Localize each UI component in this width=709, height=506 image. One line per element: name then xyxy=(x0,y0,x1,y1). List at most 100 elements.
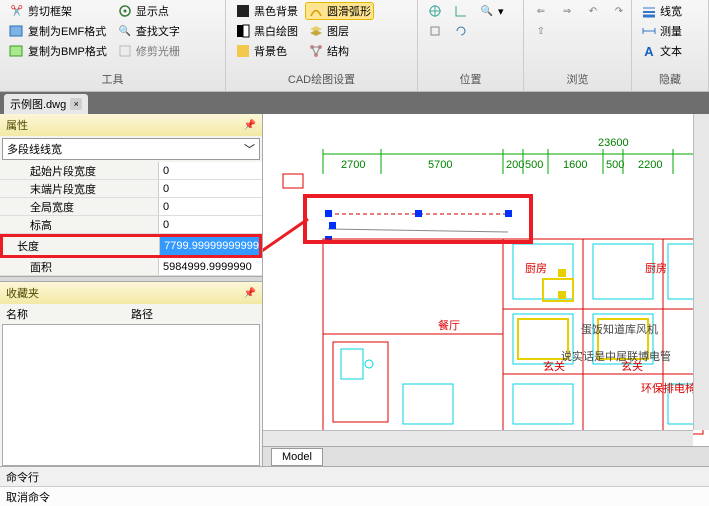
properties-panel: 属性 📌 多段线线宽 ﹀ 起始片段宽度 0 末端片段宽度 0 全局宽度 0 标高… xyxy=(0,114,263,466)
structure-icon xyxy=(308,43,324,59)
rot-icon xyxy=(453,23,469,39)
pos-btn-2[interactable] xyxy=(424,22,446,40)
ribbon-group-label: 位置 xyxy=(424,69,517,89)
main-area: 属性 📌 多段线线宽 ﹀ 起始片段宽度 0 末端片段宽度 0 全局宽度 0 标高… xyxy=(0,114,709,466)
favorites-title: 收藏夹 xyxy=(6,285,39,301)
prev-btn: ⇐ xyxy=(530,2,552,20)
prop-row: 面积 5984999.9999990 xyxy=(0,258,262,276)
prop-key: 长度 xyxy=(3,238,159,254)
copy-bmp-button[interactable]: 复制为BMP格式 xyxy=(6,42,110,60)
status-text: 取消命令 xyxy=(6,492,50,504)
prop-key: 全局宽度 xyxy=(0,199,158,215)
ribbon: ✂️剪切框架 复制为EMF格式 复制为BMP格式 显示点 🔍查找文字 修剪光栅 … xyxy=(0,0,709,92)
svg-text:环保排电椅: 环保排电椅 xyxy=(641,381,696,395)
svg-text:厨房: 厨房 xyxy=(525,262,547,275)
copy-emf-button[interactable]: 复制为EMF格式 xyxy=(6,22,110,40)
bw-icon xyxy=(235,23,251,39)
pos-btn-3[interactable] xyxy=(450,2,472,20)
target2-icon xyxy=(427,23,443,39)
svg-text:500: 500 xyxy=(525,159,543,171)
arc-icon xyxy=(308,3,324,19)
ribbon-group-cad: 黑色背景 黑白绘图 背景色 圆滑弧形 图层 结构 CAD绘图设置 xyxy=(226,0,418,91)
next-btn: ⇒ xyxy=(556,2,578,20)
prop-val[interactable]: 5984999.9999990 xyxy=(158,258,262,275)
ribbon-group-tools: ✂️剪切框架 复制为EMF格式 复制为BMP格式 显示点 🔍查找文字 修剪光栅 … xyxy=(0,0,226,91)
svg-text:200: 200 xyxy=(506,159,524,171)
prop-row: 全局宽度 0 xyxy=(0,198,262,216)
zoom-icon: 🔍 xyxy=(479,3,495,19)
ribbon-group-label: 浏览 xyxy=(530,69,625,89)
next-icon: ⇒ xyxy=(559,3,575,19)
scissors-icon: ✂️ xyxy=(9,3,25,19)
prop-val[interactable]: 0 xyxy=(158,180,262,197)
object-type-select[interactable]: 多段线线宽 ﹀ xyxy=(2,138,260,160)
prev-icon: ⇐ xyxy=(533,3,549,19)
bgcolor-button[interactable]: 背景色 xyxy=(232,42,301,60)
highlight-box-selection xyxy=(303,194,533,244)
prop-row-length: 长度 7799.99999999999 xyxy=(0,234,262,258)
scrollbar-horizontal[interactable] xyxy=(263,430,693,446)
prop-val[interactable]: 0 xyxy=(158,162,262,179)
prop-val[interactable]: 0 xyxy=(158,198,262,215)
pos-btn-1[interactable] xyxy=(424,2,446,20)
ribbon-group-position: 🔍▾ 位置 xyxy=(418,0,524,91)
find-text-button[interactable]: 🔍查找文字 xyxy=(114,22,183,40)
search-icon: 🔍 xyxy=(117,23,133,39)
favorites-header: 收藏夹 📌 xyxy=(0,282,262,304)
object-type-label: 多段线线宽 xyxy=(7,141,62,157)
ribbon-group-label: 隐藏 xyxy=(638,69,702,89)
model-tab[interactable]: Model xyxy=(271,448,323,466)
emf-icon xyxy=(9,23,25,39)
show-points-button[interactable]: 显示点 xyxy=(114,2,183,20)
bw-draw-button[interactable]: 黑白绘图 xyxy=(232,22,301,40)
svg-text:说实话是中居联博电管: 说实话是中居联博电管 xyxy=(561,349,671,363)
smooth-arc-button[interactable]: 圆滑弧形 xyxy=(305,2,374,20)
cut-frame-button[interactable]: ✂️剪切框架 xyxy=(6,2,110,20)
prop-key: 起始片段宽度 xyxy=(0,163,158,179)
text-button[interactable]: A文本 xyxy=(638,42,685,60)
svg-text:蛋饭知道库风机: 蛋饭知道库风机 xyxy=(581,322,658,336)
zoom-btn[interactable]: 🔍▾ xyxy=(476,2,507,20)
prop-key: 末端片段宽度 xyxy=(0,181,158,197)
close-icon[interactable]: × xyxy=(70,98,82,110)
svg-text:餐厅: 餐厅 xyxy=(438,318,460,332)
file-tab[interactable]: 示例图.dwg × xyxy=(4,94,88,114)
scrollbar-vertical[interactable] xyxy=(693,114,709,430)
command-line[interactable]: 命令行 xyxy=(0,466,709,486)
svg-text:2700: 2700 xyxy=(341,159,365,171)
pos-btn-4[interactable] xyxy=(450,22,472,40)
pin-icon[interactable]: 📌 xyxy=(244,120,256,131)
prop-val-length[interactable]: 7799.99999999999 xyxy=(159,237,259,255)
file-tabbar: 示例图.dwg × xyxy=(0,92,709,114)
up-btn: ⇧ xyxy=(530,22,552,40)
properties-title: 属性 xyxy=(6,117,28,133)
svg-text:500: 500 xyxy=(606,159,624,171)
layers-button[interactable]: 图层 xyxy=(305,22,374,40)
command-line-label: 命令行 xyxy=(6,469,39,485)
pin-icon[interactable]: 📌 xyxy=(244,288,256,299)
chevron-down-icon: ﹀ xyxy=(244,141,255,157)
drawing-canvas[interactable]: 23600 2700 5700 200 500 1600 500 2200 xyxy=(263,114,709,466)
status-line: 取消命令 xyxy=(0,486,709,506)
black-bg-button[interactable]: 黑色背景 xyxy=(232,2,301,20)
annotation-arrow xyxy=(263,214,313,274)
favorites-list[interactable] xyxy=(2,324,260,466)
prop-row: 起始片段宽度 0 xyxy=(0,162,262,180)
prop-val[interactable]: 0 xyxy=(158,216,262,233)
favorites-columns: 名称 路径 xyxy=(0,304,262,324)
prop-row: 标高 0 xyxy=(0,216,262,234)
lineweight-button[interactable]: 线宽 xyxy=(638,2,685,20)
measure-button[interactable]: 测量 xyxy=(638,22,685,40)
cad-drawing: 23600 2700 5700 200 500 1600 500 2200 xyxy=(263,114,709,466)
ribbon-group-label: 工具 xyxy=(6,69,219,89)
point-icon xyxy=(117,3,133,19)
rot-r-btn: ↷ xyxy=(608,2,630,20)
structure-button[interactable]: 结构 xyxy=(305,42,374,60)
rotr-icon: ↷ xyxy=(611,3,627,19)
blackbg-icon xyxy=(235,3,251,19)
properties-header: 属性 📌 xyxy=(0,114,262,136)
up-icon: ⇧ xyxy=(533,23,549,39)
fav-col-name: 名称 xyxy=(6,306,131,322)
rot-l-btn: ↶ xyxy=(582,2,604,20)
bgcolor-icon xyxy=(235,43,251,59)
